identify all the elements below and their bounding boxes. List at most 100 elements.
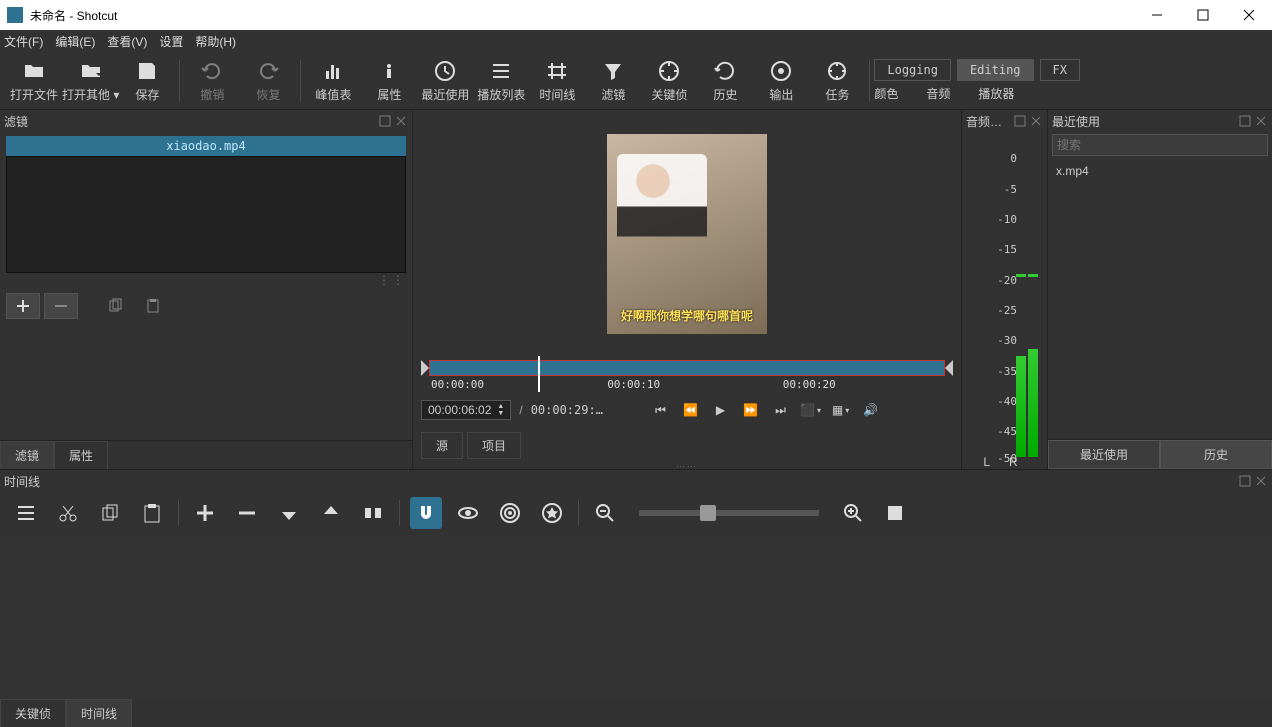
menu-file[interactable]: 文件(F) bbox=[4, 33, 43, 50]
menu-help[interactable]: 帮助(H) bbox=[195, 33, 236, 50]
undock-icon[interactable] bbox=[378, 114, 392, 128]
close-panel-icon[interactable] bbox=[1029, 114, 1043, 128]
remove-filter-button[interactable] bbox=[44, 293, 78, 319]
tc-down-icon[interactable]: ▼ bbox=[497, 410, 504, 417]
out-point-icon[interactable] bbox=[945, 360, 953, 376]
recent-panel-title: 最近使用 bbox=[1052, 113, 1100, 130]
tab-filters[interactable]: 滤镜 bbox=[0, 441, 54, 469]
export-button[interactable]: 输出 bbox=[753, 54, 809, 108]
skip-start-button[interactable]: ⏮ bbox=[650, 399, 672, 421]
skip-end-button[interactable]: ⏭ bbox=[770, 399, 792, 421]
video-preview[interactable]: 好啊那你想学哪句哪首呢 bbox=[607, 134, 767, 334]
filters-panel-title: 滤镜 bbox=[4, 113, 28, 130]
maximize-button[interactable] bbox=[1180, 0, 1226, 30]
channel-labels: L R bbox=[962, 455, 1047, 469]
grid-dropdown[interactable]: ▦▾ bbox=[830, 399, 852, 421]
filters-button[interactable]: 滤镜 bbox=[585, 54, 641, 108]
in-point-icon[interactable] bbox=[421, 360, 429, 376]
fx-mode-button[interactable]: FX bbox=[1040, 59, 1080, 81]
scrub-audio-button[interactable] bbox=[452, 497, 484, 529]
add-filter-button[interactable] bbox=[6, 293, 40, 319]
copy-button[interactable] bbox=[94, 497, 126, 529]
paste-button[interactable] bbox=[136, 497, 168, 529]
logging-mode-button[interactable]: Logging bbox=[874, 59, 951, 81]
minimize-button[interactable] bbox=[1134, 0, 1180, 30]
search-input[interactable] bbox=[1052, 134, 1268, 156]
zoom-fit-button[interactable] bbox=[879, 497, 911, 529]
remove-button[interactable] bbox=[231, 497, 263, 529]
zoom-in-button[interactable] bbox=[837, 497, 869, 529]
timeline-button[interactable]: 时间线 bbox=[529, 54, 585, 108]
open-other-button[interactable]: 打开其他 ▾ bbox=[62, 54, 119, 108]
player-panel: 好啊那你想学哪句哪首呢 00:00:00 00:00:10 00:00:20 0… bbox=[413, 110, 961, 469]
jobs-button[interactable]: 任务 bbox=[809, 54, 865, 108]
recent-panel: 最近使用 x.mp4 最近使用 历史 bbox=[1047, 110, 1272, 469]
audio-mode-button[interactable]: 音频 bbox=[926, 85, 950, 102]
window-titlebar: 未命名 - Shotcut bbox=[0, 0, 1272, 30]
zoom-dropdown[interactable]: ⬛▾ bbox=[800, 399, 822, 421]
player-mode-button[interactable]: 播放器 bbox=[978, 85, 1014, 102]
play-button[interactable]: ▶ bbox=[710, 399, 732, 421]
duration-timecode: 00:00:29:… bbox=[531, 403, 603, 417]
undo-button[interactable]: 撤销 bbox=[184, 54, 240, 108]
playhead[interactable] bbox=[538, 356, 540, 392]
main-toolbar: 打开文件 打开其他 ▾ 保存 撤销 恢复 峰值表 属性 最近使用 播放列表 时间… bbox=[0, 52, 1272, 110]
save-button[interactable]: 保存 bbox=[119, 54, 175, 108]
scrub-time-label: 00:00:00 bbox=[431, 378, 484, 391]
close-panel-icon[interactable] bbox=[1254, 474, 1268, 488]
recent-item[interactable]: x.mp4 bbox=[1048, 158, 1272, 184]
lift-button[interactable] bbox=[273, 497, 305, 529]
color-mode-button[interactable]: 颜色 bbox=[874, 85, 898, 102]
scrub-time-label: 00:00:10 bbox=[607, 378, 660, 391]
ripple-all-button[interactable] bbox=[536, 497, 568, 529]
rewind-button[interactable]: ⏪ bbox=[680, 399, 702, 421]
volume-button[interactable]: 🔊 bbox=[860, 399, 882, 421]
close-button[interactable] bbox=[1226, 0, 1272, 30]
forward-button[interactable]: ⏩ bbox=[740, 399, 762, 421]
snap-button[interactable] bbox=[410, 497, 442, 529]
open-file-button[interactable]: 打开文件 bbox=[6, 54, 62, 108]
close-panel-icon[interactable] bbox=[1254, 114, 1268, 128]
recent-button[interactable]: 最近使用 bbox=[417, 54, 473, 108]
ripple-button[interactable] bbox=[494, 497, 526, 529]
paste-filter-button[interactable] bbox=[136, 293, 170, 319]
zoom-out-button[interactable] bbox=[589, 497, 621, 529]
redo-button[interactable]: 恢复 bbox=[240, 54, 296, 108]
filters-list[interactable] bbox=[6, 156, 406, 273]
timeline-menu-button[interactable] bbox=[10, 497, 42, 529]
tab-history[interactable]: 历史 bbox=[1160, 440, 1272, 469]
menubar: 文件(F) 编辑(E) 查看(V) 设置 帮助(H) bbox=[0, 30, 1272, 52]
menu-edit[interactable]: 编辑(E) bbox=[55, 33, 95, 50]
copy-filter-button[interactable] bbox=[98, 293, 132, 319]
tab-properties[interactable]: 属性 bbox=[54, 441, 108, 469]
tab-keyframes-bottom[interactable]: 关键侦 bbox=[0, 699, 66, 727]
menu-view[interactable]: 查看(V) bbox=[107, 33, 147, 50]
cut-button[interactable] bbox=[52, 497, 84, 529]
tab-project[interactable]: 项目 bbox=[467, 432, 521, 459]
zoom-slider[interactable] bbox=[639, 510, 819, 516]
tc-up-icon[interactable]: ▲ bbox=[497, 403, 504, 410]
peak-meter-button[interactable]: 峰值表 bbox=[305, 54, 361, 108]
scrub-bar[interactable]: 00:00:00 00:00:10 00:00:20 bbox=[421, 358, 953, 392]
window-title: 未命名 - Shotcut bbox=[30, 7, 1134, 24]
menu-settings[interactable]: 设置 bbox=[159, 33, 183, 50]
properties-button[interactable]: 属性 bbox=[361, 54, 417, 108]
undock-icon[interactable] bbox=[1238, 114, 1252, 128]
append-button[interactable] bbox=[189, 497, 221, 529]
overwrite-button[interactable] bbox=[315, 497, 347, 529]
app-logo-icon bbox=[7, 7, 23, 23]
close-panel-icon[interactable] bbox=[394, 114, 408, 128]
keyframes-button[interactable]: 关键侦 bbox=[641, 54, 697, 108]
history-button[interactable]: 历史 bbox=[697, 54, 753, 108]
undock-icon[interactable] bbox=[1238, 474, 1252, 488]
timeline-tracks[interactable] bbox=[0, 534, 1272, 699]
current-timecode[interactable]: 00:00:06:02 ▲▼ bbox=[421, 400, 511, 420]
tab-timeline-bottom[interactable]: 时间线 bbox=[66, 699, 132, 727]
undock-icon[interactable] bbox=[1013, 114, 1027, 128]
playlist-button[interactable]: 播放列表 bbox=[473, 54, 529, 108]
editing-mode-button[interactable]: Editing bbox=[957, 59, 1034, 81]
tab-source[interactable]: 源 bbox=[421, 432, 463, 459]
split-button[interactable] bbox=[357, 497, 389, 529]
tab-recent[interactable]: 最近使用 bbox=[1048, 440, 1160, 469]
scrub-time-label: 00:00:20 bbox=[783, 378, 836, 391]
